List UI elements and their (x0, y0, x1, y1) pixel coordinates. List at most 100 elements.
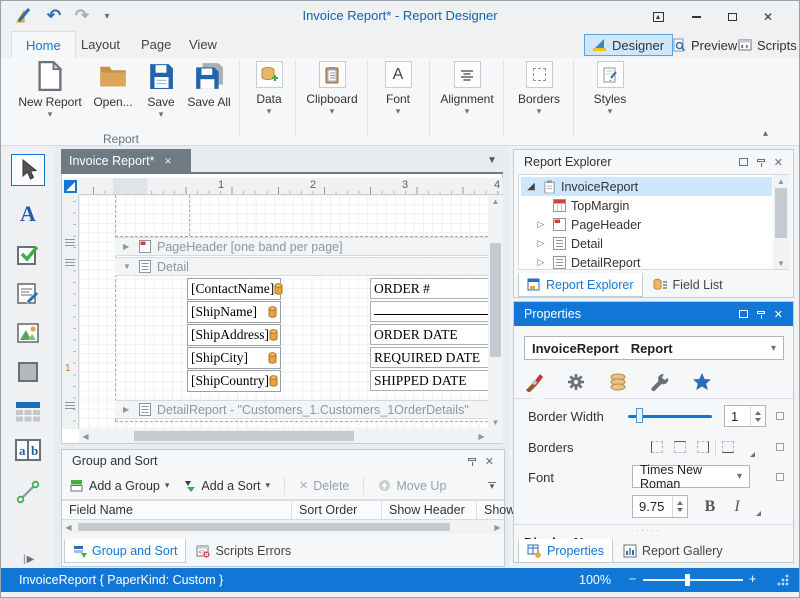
spin-down-icon[interactable] (755, 418, 761, 422)
data-coins-icon[interactable] (608, 372, 628, 392)
pin-icon[interactable] (757, 311, 765, 314)
scroll-down-icon[interactable]: ▼ (488, 416, 503, 429)
styles-button[interactable]: Styles ▾ (581, 61, 639, 135)
field-shipaddress[interactable]: [ShipAddress] (187, 324, 281, 346)
tree-item-detail[interactable]: ▷ Detail (519, 234, 788, 253)
borders-more-icon[interactable] (750, 452, 755, 457)
save-all-button[interactable]: Save All (183, 61, 235, 135)
border-left-toggle[interactable] (646, 437, 668, 457)
data-button[interactable]: Data ▾ (247, 61, 291, 135)
tab-field-list[interactable]: Field List (645, 273, 731, 297)
close-button[interactable]: ✕ (757, 9, 779, 25)
spin-up-icon[interactable] (755, 411, 761, 415)
italic-button[interactable]: I (726, 495, 748, 518)
new-report-button[interactable]: New Report ▾ (17, 61, 83, 135)
explorer-scrollbar[interactable]: ▲ ▼ (773, 175, 789, 269)
canvas-horizontal-scrollbar[interactable]: ◀ ▶ (79, 429, 488, 443)
scripts-view-button[interactable]: Scripts (730, 34, 800, 56)
minimize-button[interactable] (685, 9, 707, 25)
border-top-toggle[interactable] (669, 437, 691, 457)
character-comb-tool[interactable]: ab (11, 434, 45, 466)
border-width-slider[interactable] (628, 408, 712, 424)
add-sort-button[interactable]: Add a Sort▾ (183, 479, 270, 493)
scroll-right-icon[interactable]: ▶ (475, 429, 488, 443)
toolbox-expand-button[interactable]: |▶ (23, 554, 35, 565)
font-button[interactable]: A Font ▾ (373, 61, 423, 135)
close-icon[interactable]: ✕ (774, 156, 783, 169)
zoom-in-button[interactable]: + (749, 572, 756, 586)
tab-layout[interactable]: Layout (67, 31, 134, 58)
tree-item-detailreport[interactable]: ▷ DetailReport (519, 253, 788, 272)
cell-order-number[interactable]: ORDER # (370, 278, 488, 299)
border-bottom-toggle[interactable] (717, 437, 739, 457)
save-button[interactable]: Save ▾ (141, 61, 181, 135)
column-show[interactable]: Show (477, 501, 504, 519)
detail-band[interactable]: ▼ Detail (115, 257, 488, 276)
spin-up-icon[interactable] (677, 501, 683, 505)
border-right-toggle[interactable] (692, 437, 714, 457)
cell-required-date[interactable]: REQUIRED DATE (370, 347, 488, 368)
border-width-spinner[interactable]: 1 (724, 405, 766, 427)
tree-collapsed-icon[interactable]: ▷ (535, 219, 547, 230)
scrollbar-thumb[interactable] (490, 243, 501, 357)
detail-report-band[interactable]: ▶ DetailReport - "Customers_1.Customers_… (115, 400, 488, 419)
pointer-tool[interactable] (11, 154, 45, 186)
undo-button[interactable]: ↶ (43, 6, 65, 26)
tab-home[interactable]: Home (11, 31, 76, 58)
column-sort-order[interactable]: Sort Order (292, 501, 382, 519)
scroll-down-icon[interactable]: ▼ (773, 257, 789, 269)
cell-order-date[interactable]: ORDER DATE (370, 324, 488, 345)
maximize-button[interactable] (721, 9, 743, 25)
add-group-button[interactable]: Add a Group▾ (70, 479, 169, 493)
scroll-left-icon[interactable]: ◀ (62, 520, 75, 534)
float-window-icon[interactable] (739, 310, 748, 318)
field-shipname[interactable]: [ShipName] (187, 301, 281, 323)
scrollbar-thumb[interactable] (134, 431, 354, 441)
resize-grip-icon[interactable] (777, 574, 789, 586)
line-tool[interactable] (11, 476, 45, 508)
tab-view[interactable]: View (175, 31, 231, 58)
ribbon-collapse-button[interactable]: ▴ (763, 128, 768, 139)
tab-close-icon[interactable]: × (164, 154, 171, 168)
slider-thumb[interactable] (636, 408, 643, 423)
toolbar-overflow-button[interactable]: ▾ (488, 482, 496, 490)
close-icon[interactable]: ✕ (774, 308, 783, 321)
font-size-spinner[interactable]: 9.75 (632, 495, 688, 518)
clipboard-button[interactable]: Clipboard ▾ (301, 61, 363, 135)
designer-view-button[interactable]: Designer (584, 34, 673, 56)
close-icon[interactable]: ✕ (485, 455, 494, 468)
favorites-star-icon[interactable] (692, 372, 712, 392)
tab-report-explorer[interactable]: Report Explorer (518, 273, 643, 297)
tab-properties[interactable]: Properties (518, 539, 613, 563)
property-marker[interactable] (776, 412, 784, 420)
alignment-button[interactable]: Alignment ▾ (435, 61, 499, 135)
pin-icon[interactable] (468, 458, 476, 461)
utilities-wrench-icon[interactable] (650, 372, 670, 392)
tab-report-gallery[interactable]: Report Gallery (615, 539, 731, 563)
popup-window-button[interactable]: ▲ (647, 9, 669, 25)
zoom-slider[interactable] (643, 579, 743, 581)
bold-button[interactable]: B (698, 495, 722, 518)
pin-icon[interactable] (757, 159, 765, 162)
scroll-left-icon[interactable]: ◀ (79, 429, 92, 443)
table-tool[interactable] (11, 395, 45, 427)
label-tool[interactable]: A (11, 198, 45, 230)
appearance-brush-icon[interactable] (524, 372, 544, 392)
move-up-button[interactable]: Move Up (378, 479, 446, 493)
richtext-tool[interactable] (11, 278, 45, 310)
tree-collapsed-icon[interactable]: ▷ (535, 257, 547, 268)
tree-collapsed-icon[interactable]: ▷ (535, 238, 547, 249)
page-header-band[interactable]: ▶ PageHeader [one band per page] (115, 237, 488, 256)
spin-down-icon[interactable] (677, 508, 683, 512)
behavior-gear-icon[interactable] (566, 372, 586, 392)
tab-list-dropdown[interactable]: ▼ (487, 155, 497, 166)
document-tab[interactable]: Invoice Report* × (61, 149, 191, 172)
collapse-icon[interactable]: ▼ (123, 262, 133, 271)
zoom-slider-thumb[interactable] (685, 574, 690, 586)
tree-item-invoicereport[interactable]: ◢ InvoiceReport (521, 177, 772, 196)
tree-item-topmargin[interactable]: TopMargin (519, 196, 788, 215)
field-shipcountry[interactable]: [ShipCountry] (187, 370, 281, 392)
ruler-corner[interactable] (62, 178, 79, 195)
tree-item-pageheader[interactable]: ▷ PageHeader (519, 215, 788, 234)
column-show-header[interactable]: Show Header (382, 501, 477, 519)
